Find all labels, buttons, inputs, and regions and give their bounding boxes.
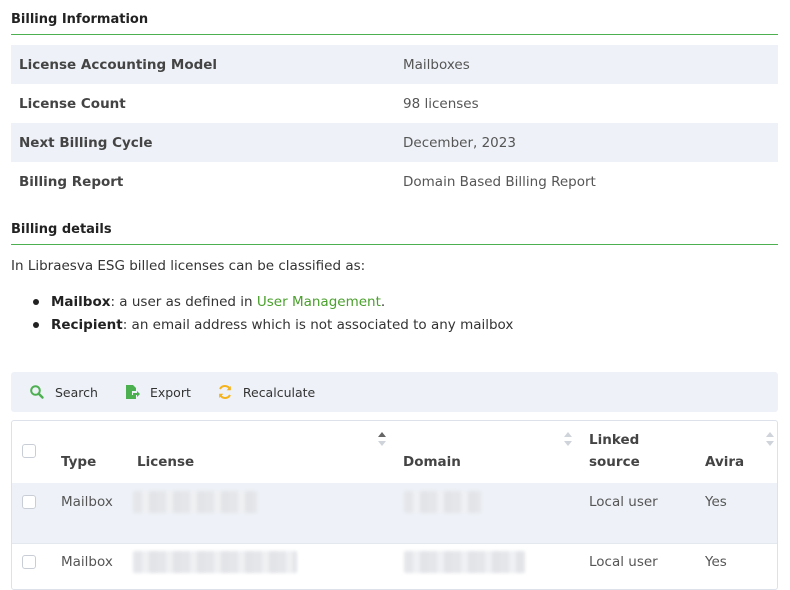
info-row-next-billing: Next Billing Cycle December, 2023 — [11, 123, 778, 162]
export-button[interactable]: Export — [124, 384, 191, 400]
redacted-domain — [404, 491, 481, 513]
sort-license-icon[interactable] — [378, 432, 386, 446]
info-label: License Count — [19, 95, 126, 112]
row-type: Mailbox — [61, 494, 113, 510]
column-header-linked-line1[interactable]: Linked — [589, 432, 639, 448]
column-header-linked-line2[interactable]: source — [589, 454, 640, 470]
redacted-license — [133, 491, 257, 513]
column-header-avira[interactable]: Avira — [705, 454, 744, 470]
billing-report-link[interactable]: Domain Based Billing Report — [403, 174, 596, 190]
info-label: License Accounting Model — [19, 56, 218, 73]
export-icon — [124, 384, 140, 400]
row-linked-source: Local user — [589, 494, 658, 510]
row-checkbox[interactable] — [22, 495, 36, 509]
info-value: 98 licenses — [403, 95, 479, 112]
info-value: Mailboxes — [403, 56, 470, 73]
info-row-accounting-model: License Accounting Model Mailboxes — [11, 45, 778, 84]
billing-details-intro: In Libraesva ESG billed licenses can be … — [11, 258, 366, 274]
select-all-checkbox[interactable] — [22, 444, 36, 458]
redacted-domain — [404, 551, 525, 573]
row-checkbox[interactable] — [22, 555, 36, 569]
recalculate-button[interactable]: Recalculate — [217, 384, 315, 400]
list-item-mailbox: Mailbox: a user as defined in User Manag… — [33, 293, 513, 316]
info-value: December, 2023 — [403, 134, 516, 151]
row-type: Mailbox — [61, 554, 113, 570]
column-header-domain[interactable]: Domain — [403, 454, 461, 470]
recalculate-label: Recalculate — [242, 384, 316, 400]
sort-avira-icon[interactable] — [766, 432, 774, 446]
table-header: Type License Domain Linked source Avira — [12, 421, 777, 483]
recipient-text: : an email address which is not associat… — [122, 317, 514, 333]
refresh-icon — [217, 384, 233, 400]
info-row-billing-report: Billing Report Domain Based Billing Repo… — [11, 162, 778, 201]
search-button[interactable]: Search — [29, 384, 98, 400]
billing-info-table: License Accounting Model Mailboxes Licen… — [11, 45, 778, 201]
table-toolbar: Search Export Recalculate — [11, 372, 778, 412]
recipient-term: Recipient — [51, 317, 123, 333]
billing-details-title: Billing details — [11, 222, 778, 245]
column-header-license[interactable]: License — [137, 454, 194, 470]
list-item-recipient: Recipient: an email address which is not… — [33, 316, 513, 339]
sort-domain-icon[interactable] — [564, 432, 572, 446]
redacted-license — [133, 551, 297, 573]
table-row[interactable]: Mailbox Local user Yes — [12, 483, 777, 543]
row-linked-source: Local user — [589, 554, 658, 570]
mailbox-end: . — [380, 294, 386, 310]
search-label: Search — [55, 384, 98, 400]
licenses-table: Type License Domain Linked source Avira … — [11, 420, 778, 590]
info-row-license-count: License Count 98 licenses — [11, 84, 778, 123]
license-type-list: Mailbox: a user as defined in User Manag… — [33, 293, 513, 339]
billing-information-title: Billing Information — [11, 12, 778, 35]
search-icon — [29, 384, 45, 400]
row-avira: Yes — [705, 554, 727, 570]
row-avira: Yes — [705, 494, 727, 510]
info-label: Next Billing Cycle — [19, 134, 153, 151]
table-row[interactable]: Mailbox Local user Yes — [12, 543, 777, 589]
column-header-type[interactable]: Type — [61, 454, 96, 470]
export-label: Export — [149, 384, 191, 400]
mailbox-text: : a user as defined in — [110, 294, 257, 310]
info-label: Billing Report — [19, 173, 124, 190]
user-management-link[interactable]: User Management — [257, 294, 381, 310]
mailbox-term: Mailbox — [51, 294, 111, 310]
